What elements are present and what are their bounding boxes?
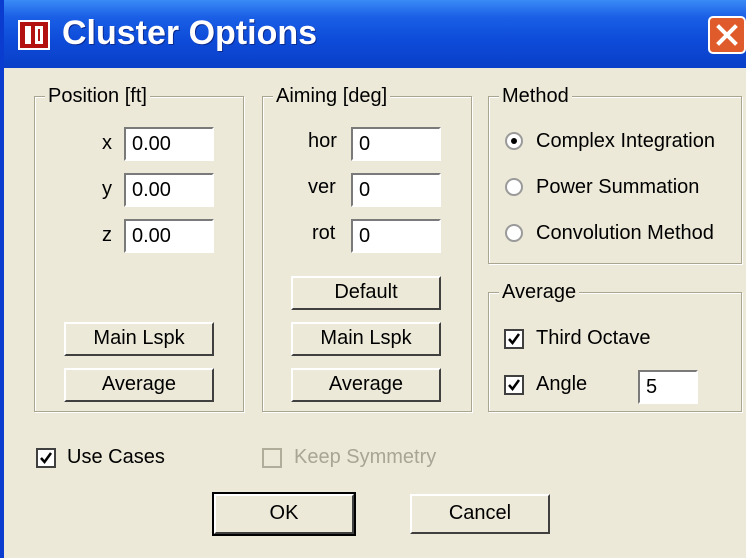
power-summation-radio[interactable]: [505, 178, 523, 196]
convolution-method-radio[interactable]: [505, 224, 523, 242]
aiming-legend: Aiming [deg]: [273, 85, 391, 108]
keep-symmetry-label: Keep Symmetry: [294, 446, 437, 468]
average-legend: Average: [499, 281, 580, 304]
app-icon: [18, 20, 50, 50]
aiming-average-button[interactable]: Average: [291, 368, 441, 402]
complex-integration-label[interactable]: Complex Integration: [536, 130, 715, 153]
close-icon: [716, 24, 738, 46]
checkmark-icon: [40, 452, 53, 465]
hor-label: hor: [308, 130, 337, 152]
hor-input[interactable]: 0: [351, 127, 441, 161]
title-bar[interactable]: Cluster Options: [4, 0, 746, 68]
aiming-main-lspk-button[interactable]: Main Lspk: [291, 322, 441, 356]
checkmark-icon: [508, 379, 521, 392]
angle-input[interactable]: 5: [638, 370, 698, 404]
close-button[interactable]: [708, 16, 746, 54]
use-cases-label[interactable]: Use Cases: [67, 446, 165, 469]
z-label: z: [102, 224, 112, 246]
rot-label: rot: [312, 222, 336, 244]
use-cases-checkbox[interactable]: [36, 448, 56, 468]
third-octave-label[interactable]: Third Octave: [536, 327, 650, 350]
method-legend: Method: [499, 85, 572, 108]
window-title: Cluster Options: [62, 14, 318, 52]
average-group: Average: [488, 281, 742, 412]
cluster-options-dialog: Cluster Options Position [ft] x 0.00 y 0…: [0, 0, 746, 558]
cancel-button[interactable]: Cancel: [410, 494, 550, 534]
angle-checkbox[interactable]: [504, 375, 524, 395]
z-input[interactable]: 0.00: [124, 219, 214, 253]
default-button[interactable]: Default: [291, 276, 441, 310]
ver-label: ver: [308, 176, 336, 198]
x-label: x: [102, 132, 112, 154]
position-average-button[interactable]: Average: [64, 368, 214, 402]
ver-input[interactable]: 0: [351, 173, 441, 207]
ok-button[interactable]: OK: [212, 492, 356, 536]
complex-integration-radio[interactable]: [505, 132, 523, 150]
convolution-method-label[interactable]: Convolution Method: [536, 222, 714, 245]
position-main-lspk-button[interactable]: Main Lspk: [64, 322, 214, 356]
rot-input[interactable]: 0: [351, 219, 441, 253]
x-input[interactable]: 0.00: [124, 127, 214, 161]
y-input[interactable]: 0.00: [124, 173, 214, 207]
position-legend: Position [ft]: [45, 85, 150, 108]
third-octave-checkbox[interactable]: [504, 329, 524, 349]
keep-symmetry-checkbox: [262, 448, 282, 468]
power-summation-label[interactable]: Power Summation: [536, 176, 699, 199]
y-label: y: [102, 178, 112, 200]
checkmark-icon: [508, 333, 521, 346]
angle-label[interactable]: Angle: [536, 373, 587, 396]
